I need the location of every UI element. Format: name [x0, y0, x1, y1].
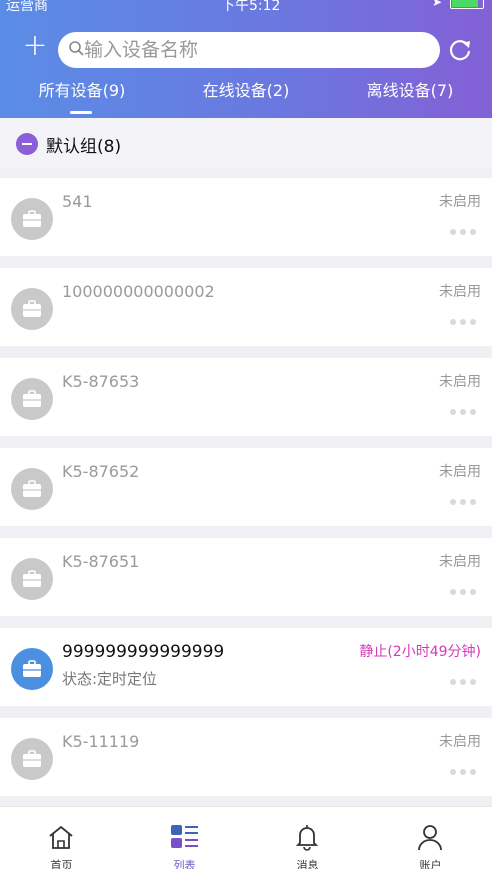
carrier-label: 运营商 — [6, 0, 48, 14]
tabbar-label: 首页 — [50, 859, 73, 869]
group-label: 默认组(8) — [46, 137, 122, 157]
device-name: K5-87651 — [62, 552, 140, 571]
briefcase-icon — [23, 750, 41, 767]
search-input[interactable] — [84, 36, 424, 64]
device-status: 未启用 — [439, 284, 481, 300]
device-tabs: 所有设备(9) 在线设备(2) 离线设备(7) — [0, 78, 492, 118]
battery-icon — [450, 0, 484, 9]
more-icon[interactable] — [450, 220, 480, 235]
device-status: 未启用 — [439, 554, 481, 570]
device-avatar — [11, 558, 53, 600]
device-list: 541 未启用 100000000000002 未启用 K5-87653 未启用… — [0, 178, 492, 808]
tab-label: 离线设备(7) — [366, 81, 454, 100]
more-icon[interactable] — [450, 400, 480, 415]
tab-label: 在线设备(2) — [202, 81, 290, 100]
device-row[interactable]: 999999999999999 状态:定时定位 静止(2小时49分钟) — [0, 628, 492, 706]
list-icon — [171, 825, 198, 848]
device-status: 静止(2小时49分钟) — [359, 644, 481, 660]
tab-label: 所有设备(9) — [38, 81, 126, 100]
tabbar-account[interactable]: 账户 — [369, 807, 492, 869]
device-name: K5-87653 — [62, 372, 140, 391]
briefcase-icon — [23, 480, 41, 497]
tabbar-home[interactable]: 首页 — [0, 807, 123, 869]
bottom-tab-bar: 首页 列表 消息 账户 — [0, 806, 492, 869]
device-avatar — [11, 288, 53, 330]
device-name: 541 — [62, 192, 93, 211]
collapse-group-icon[interactable] — [16, 133, 38, 155]
briefcase-icon — [23, 300, 41, 317]
device-status: 未启用 — [439, 734, 481, 750]
device-status: 未启用 — [439, 374, 481, 390]
briefcase-icon — [23, 570, 41, 587]
device-row[interactable]: K5-87651 未启用 — [0, 538, 492, 616]
device-name: K5-87652 — [62, 462, 140, 481]
add-device-button[interactable]: + — [22, 31, 48, 61]
more-icon[interactable] — [450, 310, 480, 325]
device-row[interactable]: K5-87652 未启用 — [0, 448, 492, 526]
bell-icon — [295, 825, 319, 851]
header: 运营商 下午5:12 ➤ + 所有设备(9) 在线设备(2) 离线设备(7) — [0, 0, 492, 118]
device-avatar — [11, 378, 53, 420]
tabbar-label: 消息 — [296, 859, 319, 869]
clock: 下午5:12 — [221, 0, 281, 14]
tabbar-list[interactable]: 列表 — [123, 807, 246, 869]
user-icon — [418, 825, 442, 851]
briefcase-icon — [23, 390, 41, 407]
device-avatar — [11, 648, 53, 690]
device-row[interactable]: K5-87653 未启用 — [0, 358, 492, 436]
device-name: 999999999999999 — [62, 642, 225, 662]
tab-all-devices[interactable]: 所有设备(9) — [0, 78, 164, 118]
tab-online-devices[interactable]: 在线设备(2) — [164, 78, 328, 118]
device-name: 100000000000002 — [62, 282, 215, 301]
briefcase-icon — [23, 660, 41, 677]
status-bar: 运营商 下午5:12 ➤ — [0, 0, 492, 15]
search-bar[interactable] — [58, 32, 440, 68]
tabbar-messages[interactable]: 消息 — [246, 807, 369, 869]
device-row[interactable]: 541 未启用 — [0, 178, 492, 256]
tab-offline-devices[interactable]: 离线设备(7) — [328, 78, 492, 118]
location-icon: ➤ — [431, 0, 442, 9]
briefcase-icon — [23, 210, 41, 227]
device-row[interactable]: 100000000000002 未启用 — [0, 268, 492, 346]
tabbar-label: 账户 — [419, 859, 442, 869]
device-substatus: 状态:定时定位 — [62, 670, 158, 688]
home-icon — [49, 825, 73, 849]
more-icon[interactable] — [450, 670, 480, 685]
device-row[interactable]: K5-11119 未启用 — [0, 718, 492, 796]
tab-indicator — [70, 111, 92, 114]
device-avatar — [11, 468, 53, 510]
device-avatar — [11, 198, 53, 240]
device-status: 未启用 — [439, 464, 481, 480]
group-header[interactable]: 默认组(8) — [0, 118, 492, 168]
refresh-icon[interactable] — [447, 37, 473, 63]
tabbar-label: 列表 — [173, 859, 196, 869]
device-status: 未启用 — [439, 194, 481, 210]
device-avatar — [11, 738, 53, 780]
more-icon[interactable] — [450, 580, 480, 595]
more-icon[interactable] — [450, 490, 480, 505]
more-icon[interactable] — [450, 760, 480, 775]
device-name: K5-11119 — [62, 732, 140, 751]
